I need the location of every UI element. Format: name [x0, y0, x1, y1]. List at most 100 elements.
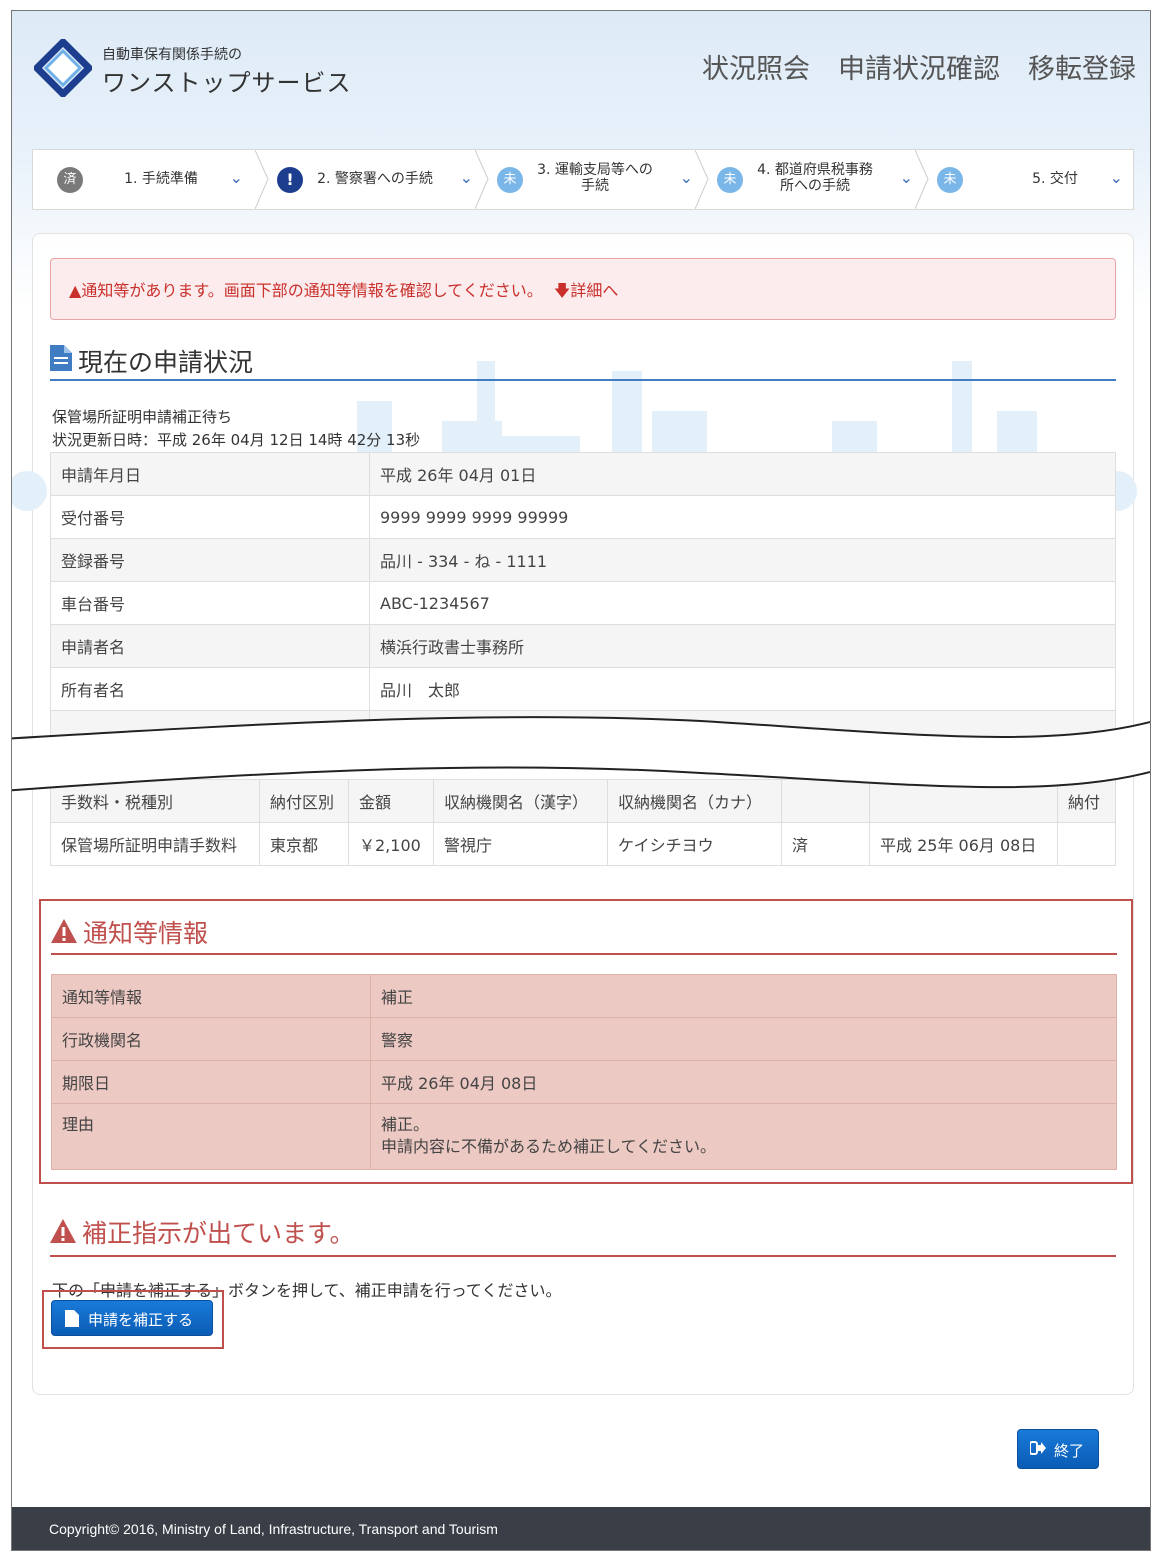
warning-icon — [50, 1219, 76, 1243]
site-footer: Copyright© 2016, Ministry of Land, Infra… — [12, 1507, 1150, 1550]
notice-table: 通知等情報 補正 行政機関名 警察 期限日 平成 26年 04月 08日 理由 補正。… — [51, 974, 1117, 1170]
notice-title: 通知等情報 — [51, 909, 1117, 955]
step-1[interactable]: 済 1. 手続準備 ⌄ — [33, 150, 253, 209]
row-value: 補正。 申請内容に不備があるため補正してください。 — [370, 1103, 1117, 1170]
step-label: 1. 手続準備 — [124, 171, 198, 187]
table-cell: ￥2,100 — [348, 822, 434, 866]
reason-line-2: 申請内容に不備があるため補正してください。 — [381, 1137, 717, 1156]
document-icon — [65, 1310, 79, 1327]
alert-banner: ▲通知等があります。画面下部の通知等情報を確認してください。 🡇詳細へ — [50, 258, 1116, 320]
table-cell: 保管場所証明申請手数料 — [50, 822, 260, 866]
button-label: 申請を補正する — [88, 1312, 194, 1329]
nav-status-inquiry[interactable]: 状況照会 — [702, 47, 810, 86]
table-cell: 済 — [781, 822, 870, 866]
status-section-title: 現在の申請状況 — [50, 341, 1116, 381]
chevron-down-icon[interactable]: ⌄ — [900, 168, 913, 187]
progress-steps: 済 1. 手続準備 ⌄ ! 2. 警察署への手続 ⌄ 未 3. 運輸支局等への … — [32, 149, 1134, 210]
page-break-divider — [12, 716, 1150, 792]
step-3[interactable]: 未 3. 運輸支局等への 手続 ⌄ — [485, 150, 703, 209]
diamond-logo-icon — [34, 39, 92, 97]
table-row: 車台番号 ABC-1234567 — [50, 581, 1116, 625]
table-row: 保管場所証明申請手数料 東京都 ￥2,100 警視庁 ケイシチヨウ 済 平成 2… — [50, 822, 1116, 866]
correction-title: 補正指示が出ています。 — [50, 1209, 1116, 1257]
row-value: 品川 - 334 - ね - 1111 — [369, 538, 1116, 582]
table-row: 通知等情報 補正 — [51, 974, 1117, 1018]
row-value: 9999 9999 9999 99999 — [369, 495, 1116, 539]
pending-badge-icon: 未 — [937, 167, 963, 193]
done-badge-icon: 済 — [57, 167, 83, 193]
row-value: 横浜行政書士事務所 — [369, 624, 1116, 668]
correction-heading: 補正指示が出ています。 — [82, 1219, 355, 1248]
row-value: 品川 太郎 — [369, 667, 1116, 711]
top-nav: 状況照会 申請状況確認 移転登録 — [702, 47, 1136, 86]
notice-panel: 通知等情報 通知等情報 補正 行政機関名 警察 期限日 平成 26年 04月 08日 … — [39, 899, 1133, 1184]
alert-detail-link[interactable]: 詳細へ — [570, 281, 618, 300]
status-text: 保管場所証明申請補正待ち — [52, 408, 233, 426]
site-header: 自動車保有関係手続の ワンストップサービス 状況照会 申請状況確認 移転登録 — [12, 11, 1150, 141]
step-2[interactable]: ! 2. 警察署への手続 ⌄ — [265, 150, 483, 209]
table-cell: 東京都 — [259, 822, 349, 866]
step-4[interactable]: 未 4. 都道府県税事務 所への手続 ⌄ — [705, 150, 923, 209]
row-key: 車台番号 — [50, 581, 370, 625]
document-icon — [50, 345, 72, 371]
row-value: 平成 26年 04月 08日 — [370, 1060, 1117, 1104]
table-cell: ケイシチヨウ — [607, 822, 782, 866]
chevron-down-icon[interactable]: ⌄ — [230, 168, 243, 187]
nav-transfer-registration[interactable]: 移転登録 — [1028, 47, 1136, 86]
table-cell — [1057, 822, 1116, 866]
sign-out-icon — [1030, 1441, 1046, 1455]
arrow-down-icon: 🡇 — [553, 281, 571, 300]
row-value: 平成 26年 04月 01日 — [369, 452, 1116, 496]
step-5[interactable]: 未 5. 交付 ⌄ — [925, 150, 1133, 209]
table-cell: 警視庁 — [433, 822, 608, 866]
exit-button[interactable]: 終了 — [1017, 1429, 1099, 1469]
step-label: 2. 警察署への手続 — [317, 171, 433, 187]
submit-correction-button[interactable]: 申請を補正する — [51, 1300, 213, 1336]
chevron-down-icon[interactable]: ⌄ — [680, 168, 693, 187]
row-key: 行政機関名 — [51, 1017, 371, 1061]
notice-heading: 通知等情報 — [83, 919, 209, 948]
page-title: 現在の申請状況 — [78, 348, 254, 377]
row-value: 補正 — [370, 974, 1117, 1018]
row-value: ABC-1234567 — [369, 581, 1116, 625]
alert-badge-icon: ! — [277, 167, 303, 193]
table-row: 理由 補正。 申請内容に不備があるため補正してください。 — [51, 1103, 1117, 1170]
table-cell: 平成 25年 06月 08日 — [869, 822, 1058, 866]
chevron-down-icon[interactable]: ⌄ — [1110, 168, 1123, 187]
row-key: 登録番号 — [50, 538, 370, 582]
step-label-line2: 手続 — [581, 178, 609, 194]
logo-title: ワンストップサービス — [102, 69, 352, 97]
nav-application-status[interactable]: 申請状況確認 — [838, 47, 1000, 86]
pending-badge-icon: 未 — [717, 167, 743, 193]
row-key: 申請者名 — [50, 624, 370, 668]
pending-badge-icon: 未 — [497, 167, 523, 193]
table-row: 行政機関名 警察 — [51, 1017, 1117, 1061]
alert-message-row: ▲通知等があります。画面下部の通知等情報を確認してください。 🡇詳細へ — [69, 277, 618, 307]
application-info-table: 申請年月日 平成 26年 04月 01日 受付番号 9999 9999 9999 9… — [50, 452, 1116, 754]
table-row: 期限日 平成 26年 04月 08日 — [51, 1060, 1117, 1104]
step-label-line2: 所への手続 — [780, 178, 850, 194]
row-key: 申請年月日 — [50, 452, 370, 496]
warning-icon — [51, 919, 77, 943]
step-label: 5. 交付 — [1032, 171, 1078, 187]
button-label: 終了 — [1054, 1443, 1085, 1460]
row-key: 理由 — [51, 1103, 371, 1170]
reason-line-1: 補正。 — [381, 1115, 430, 1134]
step-label: 4. 都道府県税事務 所への手続 — [745, 162, 885, 194]
row-key: 所有者名 — [50, 667, 370, 711]
table-row: 登録番号 品川 - 334 - ね - 1111 — [50, 538, 1116, 582]
step-label-line1: 3. 運輸支局等への — [537, 162, 653, 178]
warning-icon: ▲ — [69, 281, 82, 300]
step-label-line1: 4. 都道府県税事務 — [757, 162, 873, 178]
row-key: 通知等情報 — [51, 974, 371, 1018]
table-row: 申請者名 横浜行政書士事務所 — [50, 624, 1116, 668]
page-frame: 自動車保有関係手続の ワンストップサービス 状況照会 申請状況確認 移転登録 済… — [11, 10, 1151, 1551]
row-key: 期限日 — [51, 1060, 371, 1104]
chevron-down-icon[interactable]: ⌄ — [460, 168, 473, 187]
table-row: 受付番号 9999 9999 9999 99999 — [50, 495, 1116, 539]
table-row: 申請年月日 平成 26年 04月 01日 — [50, 452, 1116, 496]
row-key: 受付番号 — [50, 495, 370, 539]
logo-subtitle: 自動車保有関係手続の — [102, 47, 242, 63]
step-label: 3. 運輸支局等への 手続 — [525, 162, 665, 194]
alert-message: 通知等があります。画面下部の通知等情報を確認してください。 — [81, 281, 543, 300]
